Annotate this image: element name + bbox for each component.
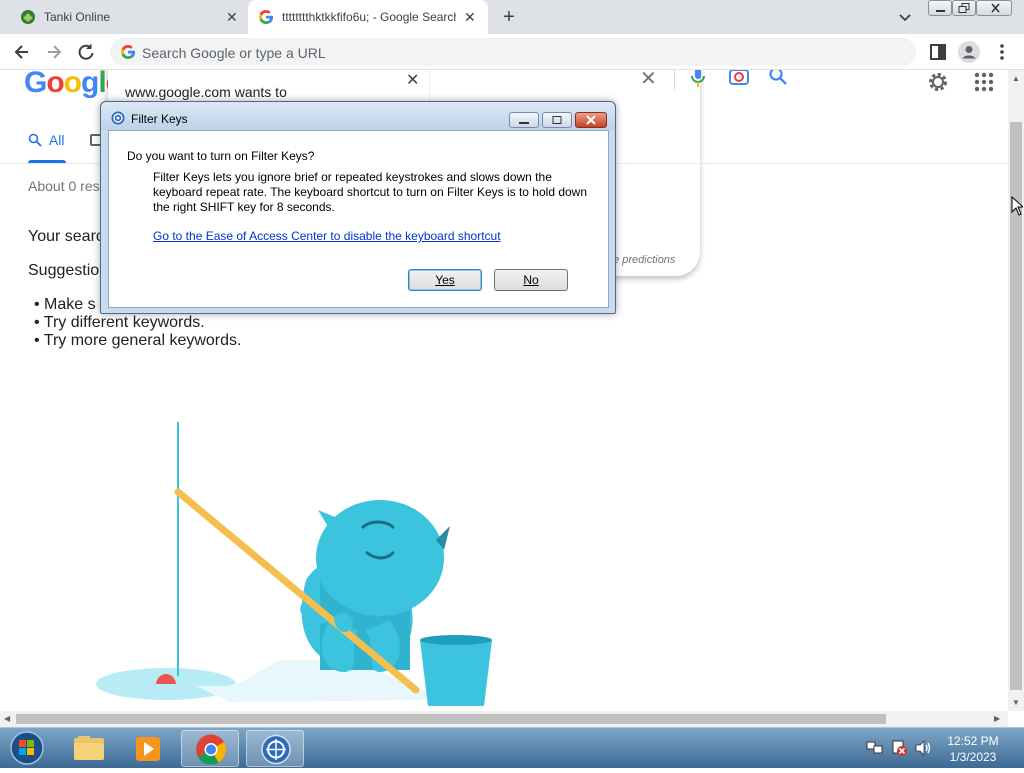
close-icon: [586, 115, 596, 125]
notification-text: www.google.com wants to: [125, 84, 287, 100]
gear-icon[interactable]: [926, 70, 950, 94]
profile-avatar-icon[interactable]: [958, 41, 980, 63]
taskbar-media-player[interactable]: [120, 730, 178, 767]
dialog-close-button[interactable]: [575, 112, 607, 128]
menu-kebab-icon[interactable]: [994, 42, 1010, 62]
taskbar-explorer[interactable]: [60, 730, 118, 767]
close-tab-icon[interactable]: ✕: [464, 9, 476, 26]
reload-icon[interactable]: [76, 42, 96, 62]
minimize-icon: [519, 122, 529, 124]
tab-title: tttttttthktkkfifo6u; - Google Search: [282, 10, 456, 24]
scroll-right-arrow-icon[interactable]: ▶: [994, 714, 1000, 723]
tab-title: Tanki Online: [44, 10, 111, 24]
scroll-left-arrow-icon[interactable]: ◀: [4, 714, 10, 723]
no-button[interactable]: No: [494, 269, 568, 291]
dialog-description: Filter Keys lets you ignore brief or rep…: [153, 170, 588, 214]
scroll-down-arrow-icon[interactable]: ▼: [1012, 698, 1020, 707]
clock-time: 12:52 PM: [947, 734, 999, 748]
side-panel-icon[interactable]: [928, 42, 948, 62]
clear-search-icon[interactable]: ✕: [640, 70, 657, 91]
speaker-volume-icon[interactable]: [914, 740, 932, 756]
tab-all[interactable]: All: [28, 132, 64, 148]
search-icon[interactable]: [768, 70, 788, 86]
maximize-icon: [552, 116, 562, 124]
address-bar[interactable]: Search Google or type a URL: [110, 38, 916, 66]
suggestion-text: Try different keywords.: [43, 314, 205, 331]
camera-lens-icon[interactable]: [728, 70, 750, 86]
minimize-icon: [936, 10, 945, 12]
back-arrow-icon[interactable]: [12, 42, 32, 62]
mouse-cursor-icon: [1011, 196, 1023, 216]
ease-of-access-icon: [261, 734, 291, 765]
minimize-button[interactable]: [928, 0, 952, 16]
action-center-alert-icon[interactable]: [890, 739, 908, 757]
chevron-down-icon[interactable]: [896, 8, 914, 26]
address-bar-placeholder: Search Google or type a URL: [142, 45, 326, 61]
clock-date: 1/3/2023: [949, 750, 997, 764]
vertical-scrollbar[interactable]: ▲ ▼: [1008, 70, 1024, 711]
browser-toolbar: Search Google or type a URL: [0, 34, 1024, 70]
your-search-text: Your searc: [28, 228, 104, 245]
no-label: No: [523, 273, 539, 287]
dialog-titlebar[interactable]: Filter Keys: [101, 102, 615, 130]
tab-all-label: All: [48, 132, 65, 148]
restore-button[interactable]: [952, 0, 976, 16]
close-icon: [991, 3, 1000, 13]
dialog-minimize-button[interactable]: [509, 112, 539, 128]
dialog-question: Do you want to turn on Filter Keys?: [127, 149, 315, 163]
active-tab-indicator: [28, 160, 66, 163]
close-window-button[interactable]: [976, 0, 1012, 16]
dialog-maximize-button[interactable]: [542, 112, 572, 128]
suggestions-heading: Suggestio: [28, 262, 100, 279]
tab-tanki-online[interactable]: Tanki Online ✕: [8, 0, 246, 34]
taskbar-ease-of-access[interactable]: [246, 730, 304, 767]
folder-icon: [74, 736, 104, 760]
dialog-body: Do you want to turn on Filter Keys? Filt…: [108, 130, 609, 308]
network-icon[interactable]: [866, 740, 884, 756]
windows-taskbar: 12:52 PM 1/3/2023: [0, 727, 1024, 768]
media-player-icon: [136, 737, 160, 761]
filter-keys-dialog: Filter Keys Do you want to turn on Filte…: [100, 101, 616, 314]
yes-button[interactable]: Yes: [408, 269, 482, 291]
tab-google-search[interactable]: tttttttthktkkfifo6u; - Google Search ✕: [248, 0, 488, 34]
yes-label: Yes: [435, 273, 455, 287]
taskbar-chrome[interactable]: [181, 730, 239, 767]
google-apps-icon[interactable]: [974, 72, 994, 92]
new-tab-button[interactable]: +: [498, 6, 520, 28]
suggestion-text: Make s: [44, 296, 96, 313]
google-g-icon: [121, 45, 135, 59]
system-clock[interactable]: 12:52 PM 1/3/2023: [940, 733, 1006, 765]
microphone-icon[interactable]: [690, 70, 706, 88]
suggestion-item: • Try more general keywords.: [34, 332, 242, 349]
scroll-up-arrow-icon[interactable]: ▲: [1012, 74, 1020, 83]
google-favicon-icon: [259, 10, 273, 24]
forward-arrow-icon[interactable]: [44, 42, 64, 62]
google-logo[interactable]: Google: [24, 70, 122, 100]
ease-of-access-link[interactable]: Go to the Ease of Access Center to disab…: [153, 229, 501, 243]
suggestion-item: • Try different keywords.: [34, 314, 205, 331]
suggestion-item: • Make s: [34, 296, 96, 313]
horizontal-scroll-thumb[interactable]: [16, 714, 886, 724]
close-tab-icon[interactable]: ✕: [226, 9, 238, 26]
chrome-icon: [196, 734, 227, 765]
start-button-icon[interactable]: [8, 730, 46, 766]
fishing-monster-illustration: [96, 422, 492, 706]
tanki-favicon-icon: [21, 10, 35, 24]
close-prompt-icon[interactable]: ✕: [406, 70, 419, 90]
ease-of-access-icon: [111, 111, 125, 125]
dialog-title: Filter Keys: [131, 112, 188, 126]
results-count: About 0 res: [28, 178, 100, 194]
search-icon: [28, 133, 42, 147]
restore-icon: [958, 3, 970, 13]
autocomplete-footer-text[interactable]: te predictions: [610, 254, 675, 266]
divider: [674, 70, 675, 90]
horizontal-scrollbar[interactable]: ◀ ▶: [0, 711, 1008, 727]
suggestion-text: Try more general keywords.: [43, 332, 242, 349]
tab-strip: Tanki Online ✕ tttttttthktkkfifo6u; - Go…: [0, 0, 1024, 34]
